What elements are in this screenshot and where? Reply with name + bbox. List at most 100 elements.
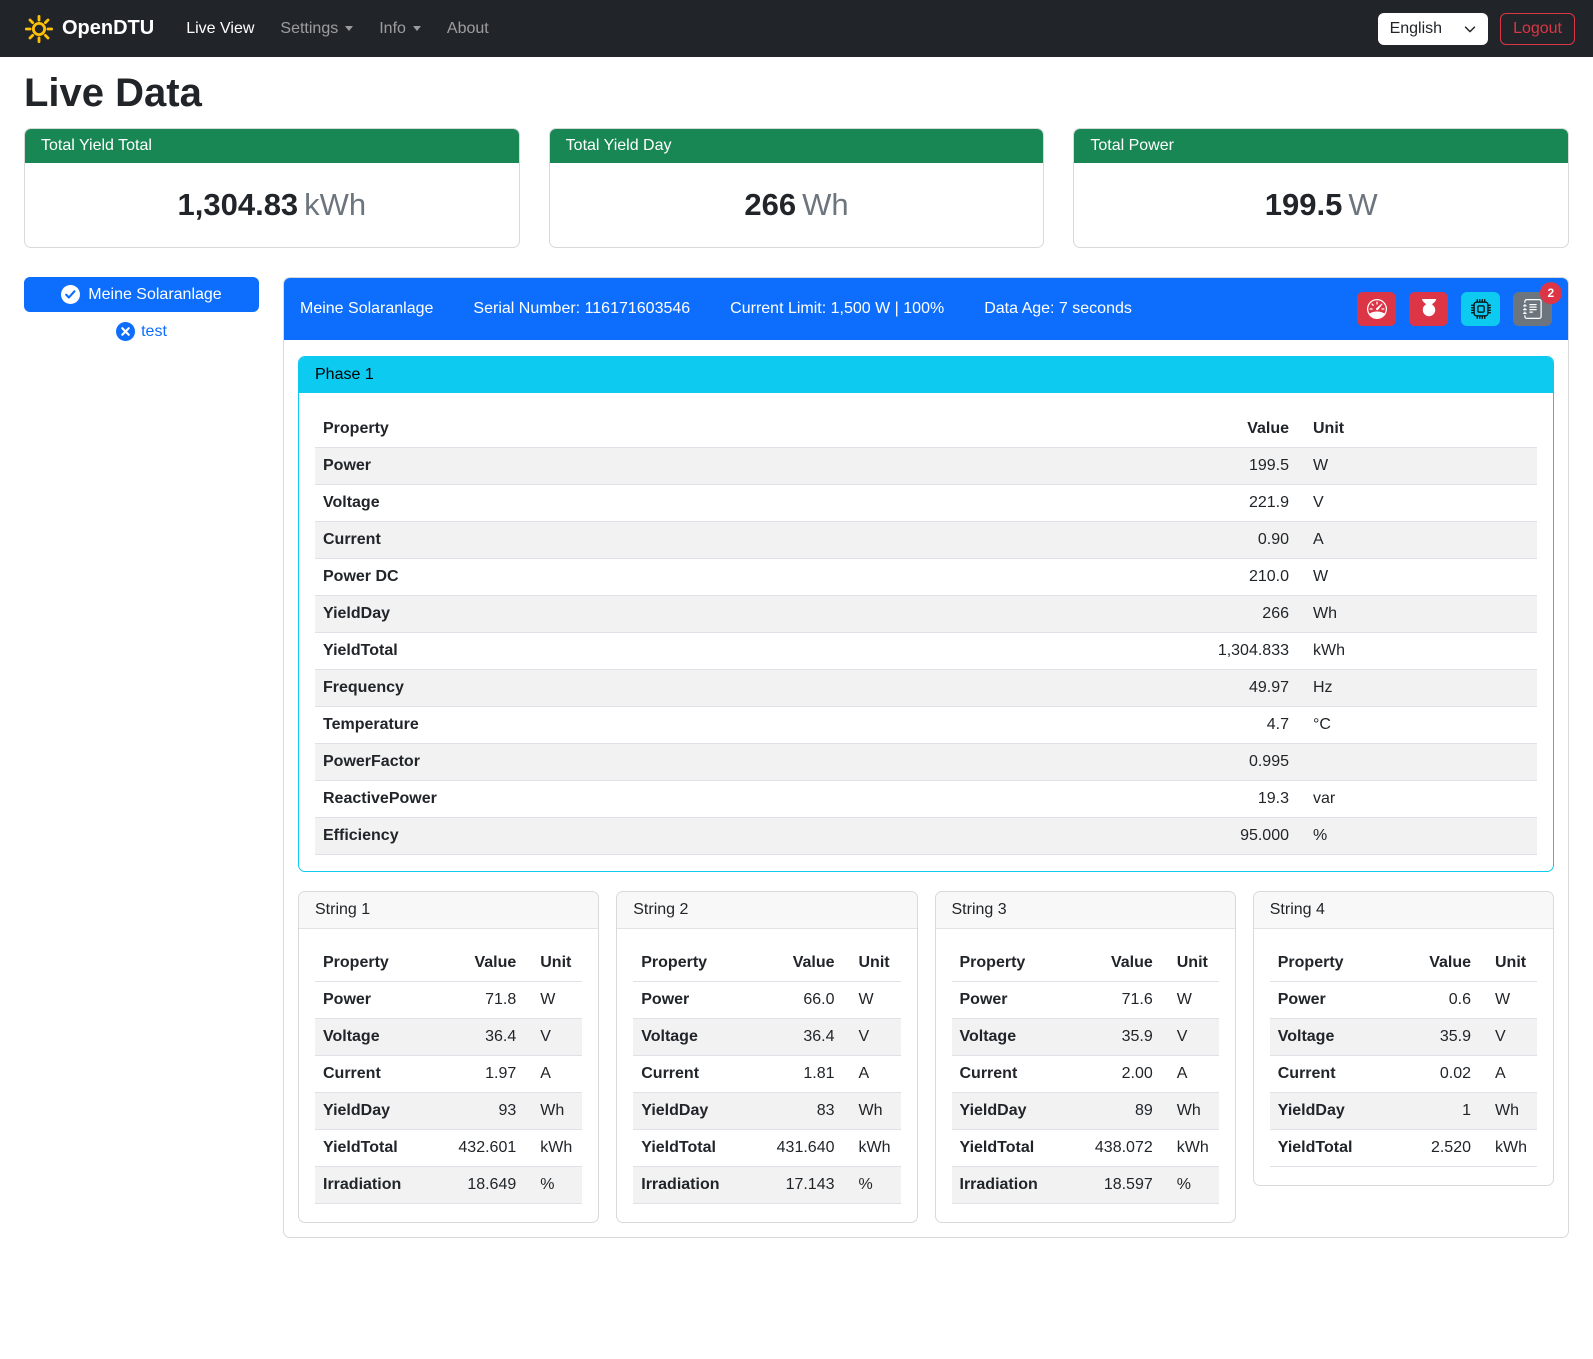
unit-cell: V	[1479, 1019, 1537, 1056]
summary-card-total-power: Total Power 199.5W	[1073, 128, 1569, 248]
unit-cell: %	[1297, 818, 1537, 855]
unit-cell: Wh	[1161, 1093, 1219, 1130]
journal-text-icon	[1523, 299, 1543, 319]
property-cell: PowerFactor	[315, 744, 903, 781]
inverter-limit: Current Limit: 1,500 W | 100%	[730, 300, 944, 318]
unit-cell: W	[1161, 982, 1219, 1019]
summary-card-value: 199.5	[1265, 187, 1343, 222]
brand[interactable]: OpenDTU	[24, 14, 154, 44]
property-cell: YieldTotal	[315, 633, 903, 670]
column-value: Value	[903, 411, 1298, 448]
unit-cell: kWh	[843, 1130, 901, 1167]
nav-item-label: Settings	[280, 20, 338, 38]
inverter-serial: Serial Number: 116171603546	[473, 300, 690, 318]
unit-cell: Wh	[1479, 1093, 1537, 1130]
power-settings-button[interactable]	[1409, 292, 1448, 326]
column-value: Value	[1069, 945, 1161, 982]
table-row: YieldDay1Wh	[1270, 1093, 1537, 1130]
summary-card-unit: Wh	[802, 187, 849, 222]
summary-card-unit: kWh	[304, 187, 366, 222]
string-card-4: String 4 Property Value Unit	[1253, 891, 1554, 1186]
nav-item-live-view[interactable]: Live View	[176, 12, 264, 46]
unit-cell: kWh	[1479, 1130, 1537, 1167]
caret-down-icon	[345, 26, 353, 31]
table-row: Current2.00A	[952, 1056, 1219, 1093]
property-cell: ReactivePower	[315, 781, 903, 818]
event-log-button[interactable]: 2	[1513, 292, 1552, 326]
property-cell: Voltage	[1270, 1019, 1398, 1056]
table-row: Efficiency95.000%	[315, 818, 1537, 855]
string-title: String 2	[617, 892, 916, 929]
value-cell: 1	[1398, 1093, 1479, 1130]
unit-cell: V	[1161, 1019, 1219, 1056]
nav-item-label: About	[447, 20, 489, 38]
cpu-icon	[1471, 299, 1491, 319]
string-table: Property Value Unit Power66.0WVoltage36.…	[633, 945, 900, 1204]
unit-cell: kWh	[524, 1130, 582, 1167]
logout-button[interactable]: Logout	[1500, 13, 1575, 45]
column-property: Property	[952, 945, 1069, 982]
value-cell: 432.601	[432, 1130, 524, 1167]
table-header-row: Property Value Unit	[952, 945, 1219, 982]
limit-settings-button[interactable]	[1357, 292, 1396, 326]
nav-item-about[interactable]: About	[437, 12, 499, 46]
string-table: Property Value Unit Power71.6WVoltage35.…	[952, 945, 1219, 1204]
value-cell: 0.90	[903, 522, 1298, 559]
unit-cell: %	[843, 1167, 901, 1204]
property-cell: Current	[315, 522, 903, 559]
table-header-row: Property Value Unit	[1270, 945, 1537, 982]
x-circle-icon	[116, 322, 135, 341]
column-property: Property	[315, 411, 903, 448]
string-title: String 4	[1254, 892, 1553, 929]
table-row: Power199.5W	[315, 448, 1537, 485]
table-row: Current0.02A	[1270, 1056, 1537, 1093]
column-property: Property	[633, 945, 750, 982]
table-row: Power0.6W	[1270, 982, 1537, 1019]
unit-cell: Wh	[524, 1093, 582, 1130]
language-select-value: English	[1390, 20, 1442, 38]
sun-logo-icon	[24, 14, 54, 44]
property-cell: YieldDay	[1270, 1093, 1398, 1130]
chevron-down-icon	[1464, 23, 1476, 35]
value-cell: 71.8	[432, 982, 524, 1019]
unit-cell: V	[843, 1019, 901, 1056]
device-info-button[interactable]	[1461, 292, 1500, 326]
table-row: YieldTotal2.520kWh	[1270, 1130, 1537, 1167]
property-cell: Temperature	[315, 707, 903, 744]
check-circle-icon	[61, 285, 80, 304]
language-select[interactable]: English	[1378, 13, 1488, 45]
content-row: Meine Solaranlage test Meine Solaranlage…	[24, 277, 1569, 1258]
inverter-select-button-meine-solaranlage[interactable]: Meine Solaranlage	[24, 277, 259, 312]
value-cell: 49.97	[903, 670, 1298, 707]
phase-title: Phase 1	[299, 357, 1553, 393]
property-cell: Voltage	[315, 485, 903, 522]
property-cell: Efficiency	[315, 818, 903, 855]
inverter-select-button-test[interactable]: test	[24, 322, 259, 341]
table-row: Current1.97A	[315, 1056, 582, 1093]
unit-cell: kWh	[1161, 1130, 1219, 1167]
string-card-3: String 3 Property Value Unit	[935, 891, 1236, 1223]
unit-cell: A	[1161, 1056, 1219, 1093]
summary-card-title: Total Yield Day	[550, 129, 1044, 163]
value-cell: 35.9	[1398, 1019, 1479, 1056]
property-cell: Irradiation	[952, 1167, 1069, 1204]
inverter-sidebar: Meine Solaranlage test	[24, 277, 259, 341]
nav-item-info[interactable]: Info	[369, 12, 431, 46]
unit-cell: °C	[1297, 707, 1537, 744]
string-table: Property Value Unit Power71.8WVoltage36.…	[315, 945, 582, 1204]
summary-card-title: Total Yield Total	[25, 129, 519, 163]
property-cell: Current	[1270, 1056, 1398, 1093]
speedometer-icon	[1367, 299, 1387, 319]
column-value: Value	[432, 945, 524, 982]
property-cell: YieldDay	[633, 1093, 750, 1130]
column-unit: Unit	[843, 945, 901, 982]
property-cell: Current	[952, 1056, 1069, 1093]
nav-item-settings[interactable]: Settings	[270, 12, 363, 46]
value-cell: 17.143	[751, 1167, 843, 1204]
string-table: Property Value Unit Power0.6WVoltage35.9…	[1270, 945, 1537, 1167]
table-row: YieldDay89Wh	[952, 1093, 1219, 1130]
value-cell: 19.3	[903, 781, 1298, 818]
table-header-row: Property Value Unit	[315, 411, 1537, 448]
summary-card-body: 1,304.83kWh	[25, 163, 519, 247]
unit-cell: W	[524, 982, 582, 1019]
